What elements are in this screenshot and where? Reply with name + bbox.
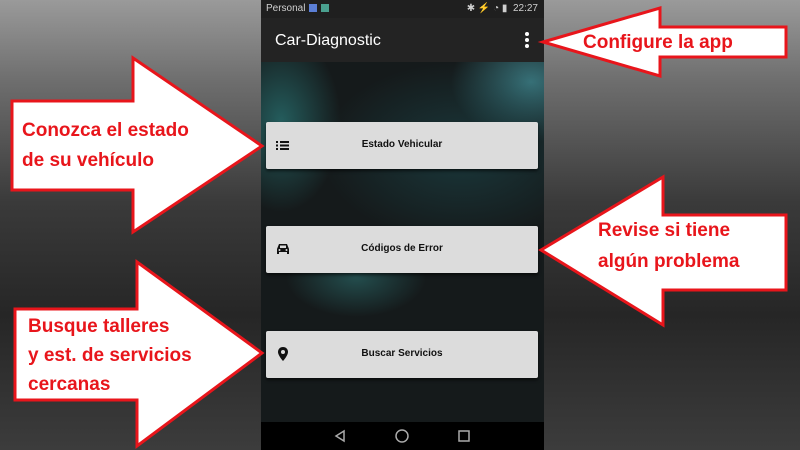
annotation-servicios-line1: Busque talleres bbox=[28, 316, 170, 337]
arrow-estado bbox=[10, 55, 265, 235]
annotation-estado-line2: de su vehículo bbox=[22, 150, 154, 171]
annotation-servicios-line3: cercanas bbox=[28, 374, 111, 395]
annotation-estado-line1: Conozca el estado bbox=[22, 120, 189, 141]
annotation-errores-line1: Revise si tiene bbox=[598, 220, 731, 241]
annotation-servicios-line2: y est. de servicios bbox=[28, 345, 192, 366]
annotation-configure: Configure la app bbox=[583, 32, 733, 53]
annotation-errores-line2: algún problema bbox=[598, 251, 740, 272]
